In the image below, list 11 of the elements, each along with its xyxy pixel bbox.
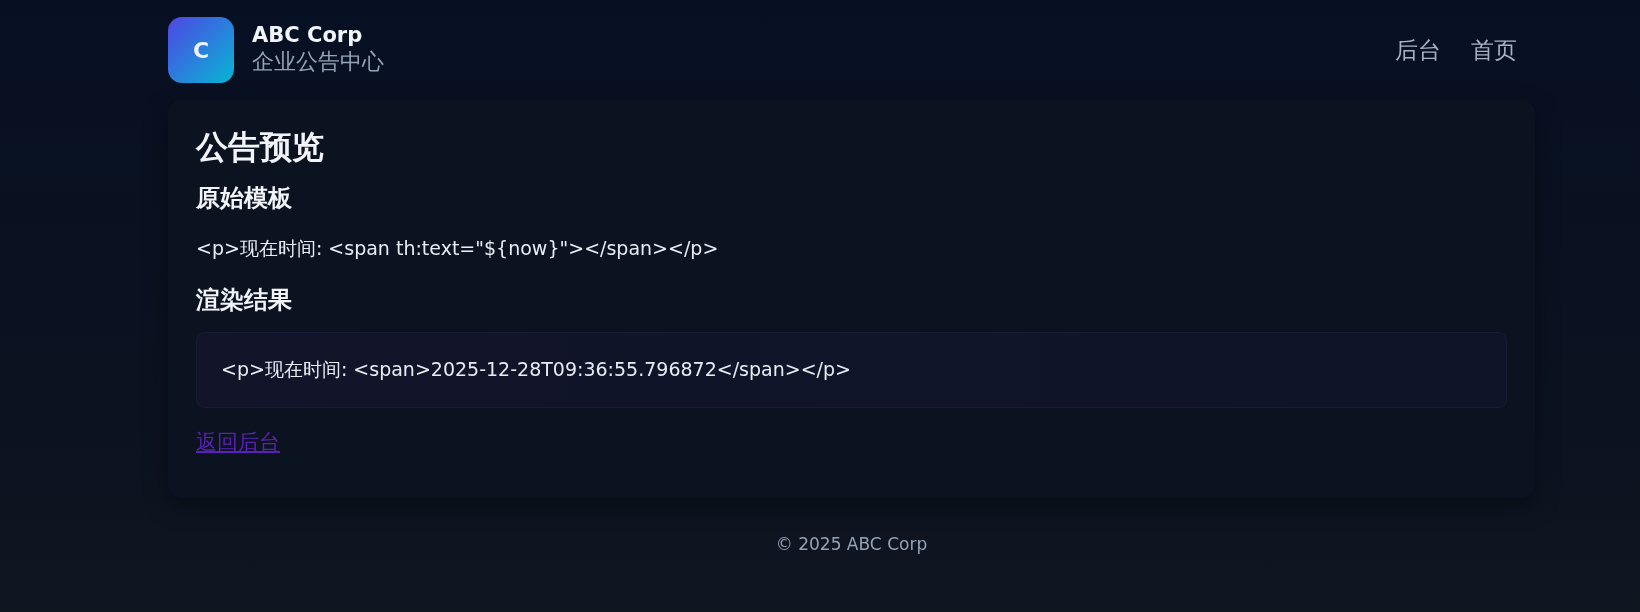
nav-link[interactable]: 后台	[1395, 34, 1441, 66]
logo: C	[168, 17, 234, 83]
section-heading: 原始模板	[196, 183, 292, 214]
nav-link[interactable]: 首页	[1471, 34, 1517, 66]
template-code: <p>现在时间: <span th:text="${now}"></span></p>	[196, 236, 719, 261]
page-title: 公告预览	[196, 127, 324, 168]
brand-subtitle: 企业公告中心	[252, 48, 384, 76]
brand-name: ABC Corp	[252, 23, 364, 47]
section-heading: 渲染结果	[196, 285, 292, 316]
copyright: © 2025 ABC Corp	[775, 534, 928, 554]
rendered-output: <p>现在时间: <span>2025-12-28T09:36:55.796872</span></p>	[221, 358, 851, 380]
